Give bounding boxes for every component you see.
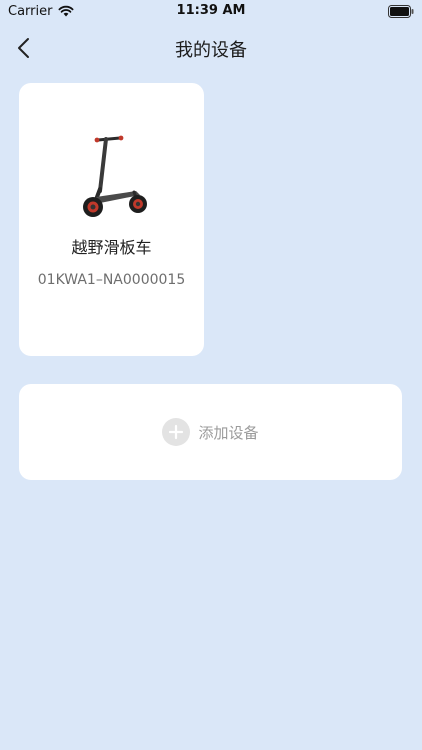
- navigation-bar: 我的设备: [0, 24, 422, 72]
- device-name: 越野滑板车: [71, 238, 152, 257]
- device-card[interactable]: 越野滑板车 01KWA1–NA0000015: [19, 83, 204, 356]
- status-bar: Carrier 11:39 AM: [0, 0, 422, 24]
- electric-scooter-image: [83, 135, 147, 217]
- add-device-label: 添加设备: [198, 423, 259, 442]
- device-serial-number: 01KWA1–NA0000015: [37, 272, 186, 288]
- page-title: 我的设备: [175, 40, 247, 61]
- status-time: 11:39 AM: [176, 3, 246, 18]
- add-device-row: 添加设备: [19, 418, 402, 446]
- plus-circle-icon: [162, 418, 191, 446]
- add-device-button[interactable]: 添加设备: [19, 384, 402, 480]
- battery-icon: [388, 5, 414, 18]
